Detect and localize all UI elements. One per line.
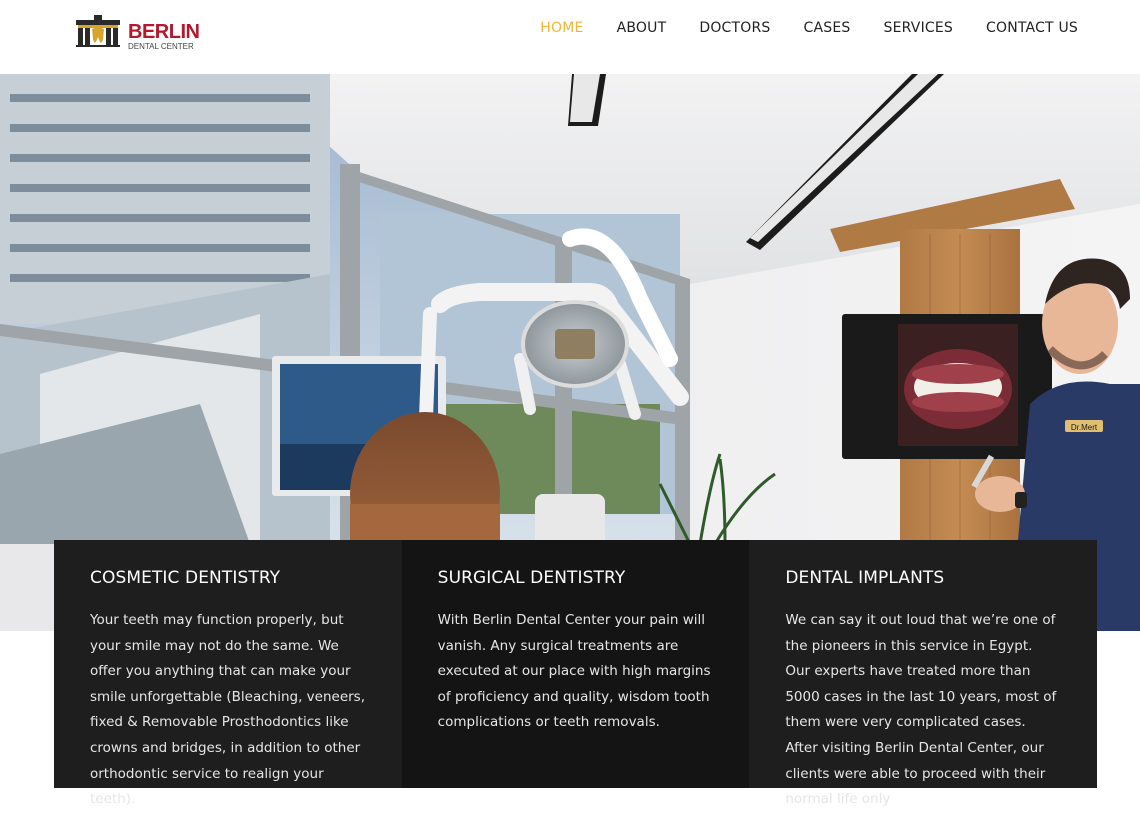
service-card-implants[interactable]: DENTAL IMPLANTS We can say it out loud t…: [749, 540, 1098, 807]
site-header: BERLIN DENTAL CENTER HOME ABOUT DOCTORS …: [0, 0, 1140, 74]
brandenburg-gate-icon: [76, 15, 120, 47]
service-title: SURGICAL DENTISTRY: [437, 568, 626, 588]
services-section: COSMETIC DENTISTRY Your teeth may functi…: [54, 540, 1098, 807]
dentist-badge: Dr.Mert: [1071, 423, 1098, 432]
service-card-cosmetic[interactable]: COSMETIC DENTISTRY Your teeth may functi…: [54, 540, 402, 807]
service-description: We can say it out loud that we’re one of…: [785, 612, 1057, 808]
brand-subtitle: DENTAL CENTER: [128, 42, 194, 51]
service-card-surgical[interactable]: SURGICAL DENTISTRY With Berlin Dental Ce…: [401, 540, 750, 788]
nav-home[interactable]: HOME: [540, 20, 583, 36]
service-description: With Berlin Dental Center your pain will…: [437, 612, 711, 731]
service-title: COSMETIC DENTISTRY: [90, 568, 281, 588]
service-description: Your teeth may function properly, but yo…: [90, 612, 366, 808]
nav-services[interactable]: SERVICES: [884, 20, 954, 36]
nav-cases[interactable]: CASES: [804, 20, 851, 36]
nav-about[interactable]: ABOUT: [617, 20, 667, 36]
brand-name: BERLIN: [128, 21, 200, 43]
nav-doctors[interactable]: DOCTORS: [699, 20, 770, 36]
main-nav: HOME ABOUT DOCTORS CASES SERVICES CONTAC…: [540, 20, 1078, 36]
service-title: DENTAL IMPLANTS: [785, 568, 945, 588]
brand-logo[interactable]: BERLIN DENTAL CENTER: [74, 14, 200, 51]
nav-contact-us[interactable]: CONTACT US: [986, 20, 1078, 36]
